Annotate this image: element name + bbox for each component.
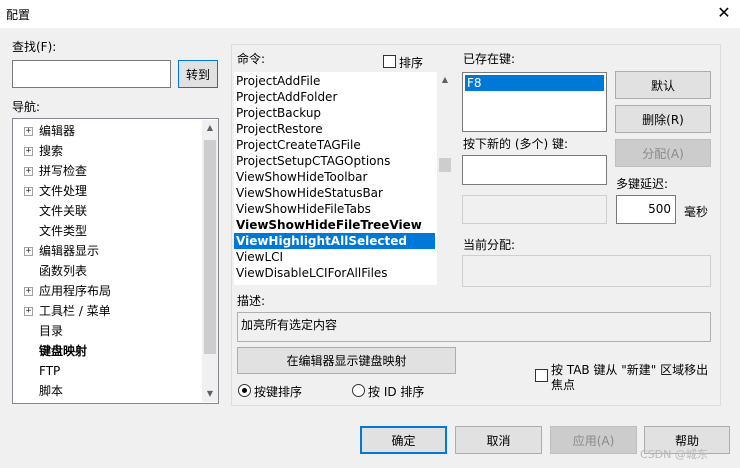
nav-tree-item[interactable]: 脚本 xyxy=(13,381,199,401)
goto-button[interactable]: 转到 xyxy=(178,60,218,88)
expand-plus-icon[interactable]: + xyxy=(24,307,33,316)
sort-label: 排序 xyxy=(399,56,424,70)
default-button[interactable]: 默认 xyxy=(615,71,711,99)
command-item[interactable]: ProjectCreateTAGFile xyxy=(234,137,435,153)
nav-tree-item-label: 编辑器 xyxy=(39,124,76,138)
description-box: 加亮所有选定内容 xyxy=(237,312,711,342)
nav-tree-item-label: FTP xyxy=(39,364,61,378)
find-label: 查找(F): xyxy=(12,40,57,54)
nav-tree-item-label: 脚本 xyxy=(39,384,64,398)
assign-button[interactable]: 分配(A) xyxy=(615,139,711,167)
command-item[interactable]: ViewShowHideFileTabs xyxy=(234,201,435,217)
sort-by-key-radio[interactable] xyxy=(238,384,251,397)
nav-scroll-thumb[interactable] xyxy=(204,140,216,354)
sort-by-id-label: 按 ID 排序 xyxy=(368,385,425,399)
nav-tree-item[interactable]: FTP xyxy=(13,361,199,381)
sort-checkbox[interactable] xyxy=(383,55,396,68)
cancel-button[interactable]: 取消 xyxy=(455,426,542,454)
command-label: 命令: xyxy=(237,52,266,66)
sort-by-id-radio[interactable] xyxy=(352,384,365,397)
nav-tree-item-label: 拼写检查 xyxy=(39,164,88,178)
scroll-up-icon[interactable]: ▲ xyxy=(202,120,218,136)
expand-plus-icon[interactable]: + xyxy=(24,167,33,176)
scroll-up-icon[interactable]: ▲ xyxy=(437,72,453,88)
nav-tree-item[interactable]: + 编辑器显示 xyxy=(13,241,199,261)
current-assign-label: 当前分配: xyxy=(463,238,516,252)
command-item[interactable]: ViewLCI xyxy=(234,249,435,265)
command-scroll-thumb[interactable] xyxy=(439,158,451,172)
command-item[interactable]: ProjectRestore xyxy=(234,121,435,137)
scroll-down-icon[interactable]: ▼ xyxy=(202,386,218,402)
existing-keys-label: 已存在键: xyxy=(463,52,516,66)
nav-tree-item[interactable]: 文件类型 xyxy=(13,221,199,241)
command-item[interactable]: ProjectAddFolder xyxy=(234,89,435,105)
nav-tree-item[interactable]: 键盘映射 xyxy=(13,341,199,361)
nav-tree-item[interactable]: + 文件处理 xyxy=(13,181,199,201)
nav-label: 导航: xyxy=(12,100,41,114)
expand-plus-icon[interactable]: + xyxy=(24,247,33,256)
command-item[interactable]: ViewShowHideFileTreeView xyxy=(234,217,435,233)
key-preview-box xyxy=(462,195,607,224)
multi-key-delay-input[interactable]: 500 xyxy=(616,195,676,224)
apply-button[interactable]: 应用(A) xyxy=(550,426,637,454)
delete-button[interactable]: 删除(R) xyxy=(615,105,711,133)
sort-by-key-label: 按键排序 xyxy=(254,385,303,399)
nav-tree-item-label: 函数列表 xyxy=(39,264,88,278)
nav-tree-item-label: 编辑器显示 xyxy=(39,244,100,258)
command-item[interactable]: ProjectAddFile xyxy=(234,73,435,89)
nav-scrollbar[interactable]: ▲ ▼ xyxy=(202,120,218,402)
nav-tree-item[interactable]: + 编辑器 xyxy=(13,121,199,141)
nav-tree-item[interactable]: + 拼写检查 xyxy=(13,161,199,181)
multi-key-delay-unit: 毫秒 xyxy=(684,205,709,219)
existing-keys-list[interactable]: F8 xyxy=(462,72,607,132)
nav-tree-item-label: 文件关联 xyxy=(39,204,88,218)
title-bar xyxy=(0,0,740,28)
expand-plus-icon[interactable]: + xyxy=(24,127,33,136)
expand-plus-icon[interactable]: + xyxy=(24,287,33,296)
close-icon[interactable]: ✕ xyxy=(712,2,736,24)
description-text: 加亮所有选定内容 xyxy=(241,318,338,332)
show-keymap-button[interactable]: 在编辑器显示键盘映射 xyxy=(237,347,456,374)
watermark: CSDN @城东 xyxy=(640,448,708,461)
command-item[interactable]: ViewHighlightAllSelected xyxy=(234,233,435,249)
nav-tree-item-label: 文件处理 xyxy=(39,184,88,198)
find-input[interactable] xyxy=(12,60,171,88)
nav-tree-item-label: 应用程序布局 xyxy=(39,284,112,298)
multi-key-delay-label: 多键延迟: xyxy=(616,177,669,191)
nav-tree-item[interactable]: + 应用程序布局 xyxy=(13,281,199,301)
new-key-input[interactable] xyxy=(462,155,607,185)
expand-plus-icon[interactable]: + xyxy=(24,147,33,156)
new-key-label: 按下新的 (多个) 键: xyxy=(463,137,569,151)
ok-button[interactable]: 确定 xyxy=(360,426,447,454)
tab-focus-checkbox[interactable] xyxy=(535,369,548,382)
command-item[interactable]: ViewShowHideToolbar xyxy=(234,169,435,185)
expand-plus-icon[interactable]: + xyxy=(24,187,33,196)
window-title: 配置 xyxy=(6,8,31,22)
nav-tree-item-label: 目录 xyxy=(39,324,64,338)
nav-tree-item[interactable]: + 工具栏 / 菜单 xyxy=(13,301,199,321)
nav-tree-item-label: 键盘映射 xyxy=(39,344,88,358)
command-item[interactable]: ProjectBackup xyxy=(234,105,435,121)
command-scrollbar[interactable]: ▲ xyxy=(437,72,453,285)
command-item[interactable]: ProjectSetupCTAGOptions xyxy=(234,153,435,169)
nav-tree-item[interactable]: 目录 xyxy=(13,321,199,341)
tab-focus-label-line2: 焦点 xyxy=(551,378,576,392)
nav-tree-item[interactable]: 文件关联 xyxy=(13,201,199,221)
nav-tree-item-label: 搜索 xyxy=(39,144,64,158)
nav-tree[interactable]: + 编辑器 + 搜索 + 拼写检查 + 文件处理文件关联文件类型 + 编辑器显示函数列表 + 应用程序… xyxy=(12,118,219,404)
nav-tree-item[interactable]: 函数列表 xyxy=(13,261,199,281)
nav-tree-item-label: 工具栏 / 菜单 xyxy=(39,304,111,318)
command-item[interactable]: ViewShowHideStatusBar xyxy=(234,185,435,201)
description-label: 描述: xyxy=(237,294,266,308)
command-list[interactable]: ProjectAddFile ProjectAddFolder ProjectBac… xyxy=(234,72,453,285)
current-assign-box xyxy=(462,255,711,287)
command-item[interactable]: ViewDisableLCIForAllFiles xyxy=(234,265,435,281)
existing-key-item[interactable]: F8 xyxy=(465,75,604,91)
nav-tree-item-label: 文件类型 xyxy=(39,224,88,238)
nav-tree-item[interactable]: + 搜索 xyxy=(13,141,199,161)
